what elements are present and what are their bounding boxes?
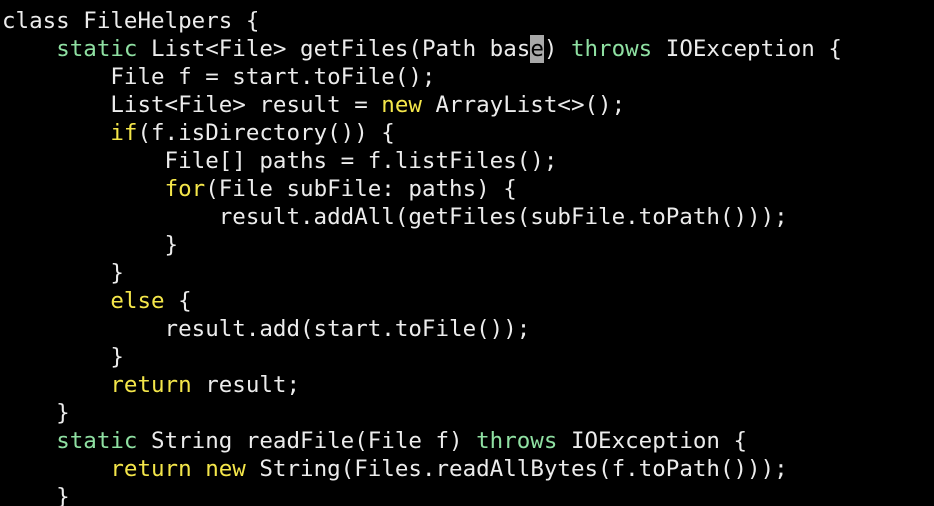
code-text: class FileHelpers { [2, 8, 260, 34]
code-token-text: bas [489, 36, 531, 62]
control-keyword: else [110, 288, 165, 314]
modifier-keyword: static [56, 36, 138, 62]
code-text: } [2, 484, 70, 506]
code-text: } [2, 260, 124, 286]
modifier-keyword: static [56, 428, 138, 454]
code-line[interactable]: else { [2, 287, 934, 315]
code-editor[interactable]: class FileHelpers { static List<File> ge… [0, 0, 934, 506]
code-line[interactable]: for(File subFile: paths) { [2, 175, 934, 203]
code-text: result.addAll(getFiles(subFile.toPath())… [2, 204, 788, 230]
code-token: base [489, 35, 544, 63]
code-line[interactable]: return result; [2, 371, 934, 399]
control-keyword: if [110, 120, 138, 146]
code-line[interactable]: File[] paths = f.listFiles(); [2, 147, 934, 175]
modifier-keyword: throws [476, 428, 558, 454]
code-text: result; [191, 372, 301, 398]
text-cursor: e [530, 35, 544, 63]
code-text: File f = start.toFile(); [2, 64, 436, 90]
code-text: result.add(start.toFile()); [2, 316, 531, 342]
modifier-keyword: throws [570, 36, 653, 62]
code-text: } [2, 400, 70, 426]
code-line[interactable]: return new String(Files.readAllBytes(f.t… [2, 455, 934, 483]
code-text: List<File> result = [2, 92, 382, 118]
code-line[interactable]: result.addAll(getFiles(subFile.toPath())… [2, 203, 934, 231]
control-keyword: new [205, 456, 246, 482]
code-line[interactable]: } [2, 399, 934, 427]
code-text: { [164, 288, 192, 314]
code-line[interactable]: List<File> result = new ArrayList<>(); [2, 91, 934, 119]
code-text: List<File> getFiles(Path [137, 36, 490, 62]
code-text: String(Files.readAllBytes(f.toPath())); [245, 456, 788, 482]
code-line[interactable]: } [2, 343, 934, 371]
code-line[interactable]: static List<File> getFiles(Path base) th… [2, 35, 934, 63]
code-text: } [2, 344, 124, 370]
code-line[interactable]: result.add(start.toFile()); [2, 315, 934, 343]
code-text: (f.isDirectory()) { [137, 120, 395, 146]
code-text: IOException { [652, 36, 842, 62]
code-line[interactable]: File f = start.toFile(); [2, 63, 934, 91]
code-text: ArrayList<>(); [421, 92, 626, 118]
control-keyword: new [381, 92, 422, 118]
code-text: IOException { [557, 428, 748, 454]
control-keyword: return [110, 372, 192, 398]
code-line[interactable]: } [2, 259, 934, 287]
code-text: String readFile(File f) [137, 428, 477, 454]
control-keyword: return [110, 456, 192, 482]
code-line[interactable]: if(f.isDirectory()) { [2, 119, 934, 147]
code-line[interactable]: } [2, 483, 934, 506]
code-text: ) [543, 36, 571, 62]
code-text: File[] paths = f.listFiles(); [2, 148, 558, 174]
code-text: (File subFile: paths) { [205, 176, 517, 202]
code-line[interactable]: static String readFile(File f) throws IO… [2, 427, 934, 455]
control-keyword: for [164, 176, 206, 202]
code-line[interactable]: } [2, 231, 934, 259]
code-text: } [2, 232, 179, 258]
code-line[interactable]: class FileHelpers { [2, 7, 934, 35]
